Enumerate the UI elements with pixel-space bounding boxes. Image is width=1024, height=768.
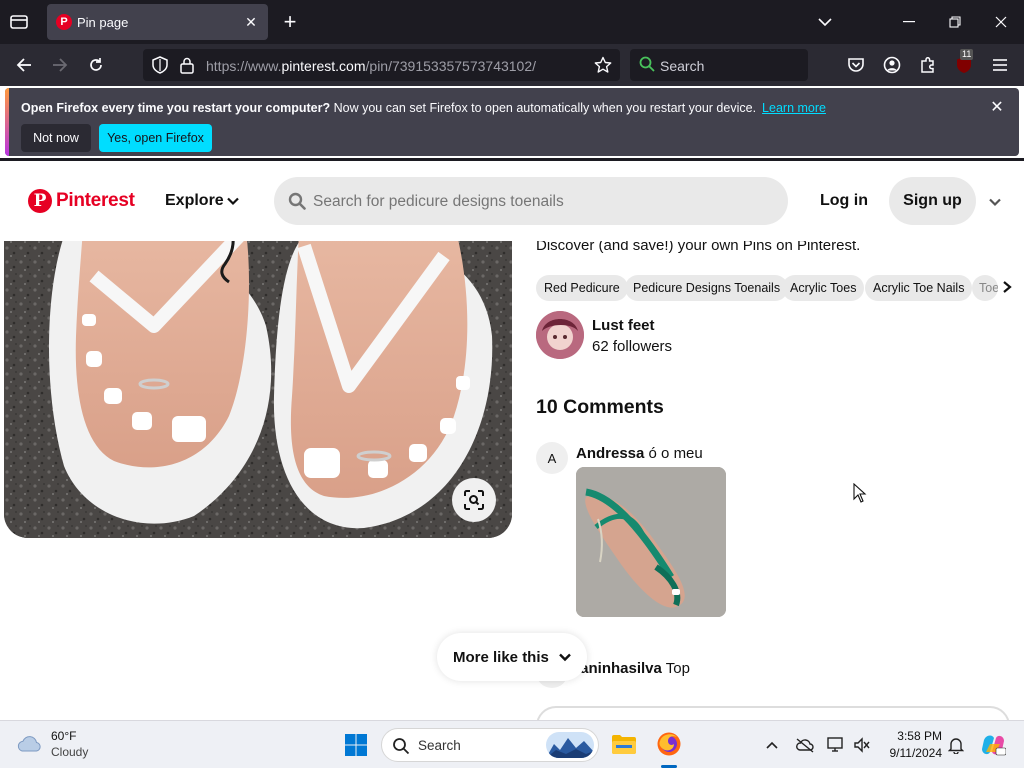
file-explorer-icon[interactable]	[609, 729, 639, 759]
hamburger-menu-icon[interactable]	[989, 54, 1011, 76]
clock-time[interactable]: 3:58 PM	[890, 729, 942, 743]
forward-arrow-icon[interactable]	[49, 54, 71, 76]
not-now-button[interactable]: Not now	[21, 124, 91, 152]
pin-image[interactable]	[4, 216, 512, 538]
creator-avatar[interactable]	[536, 311, 584, 359]
browser-tab-bar: P Pin page ✕ +	[0, 0, 1024, 44]
comments-heading: 10 Comments	[536, 396, 664, 418]
network-display-icon[interactable]	[826, 735, 846, 755]
notification-message: Open Firefox every time you restart your…	[21, 101, 826, 115]
cloudy-weather-icon[interactable]	[16, 732, 44, 756]
ublock-extension-icon[interactable]: 11	[953, 49, 975, 76]
pinterest-search-input[interactable]: Search for pedicure designs toenails	[274, 177, 788, 225]
tab-close-icon[interactable]: ✕	[242, 13, 260, 31]
creator-name[interactable]: Lust feet	[592, 317, 655, 334]
chip-acrylic-toes[interactable]: Acrylic Toes	[782, 275, 865, 301]
more-like-this-label: More like this	[453, 648, 549, 666]
mouse-cursor-icon	[853, 483, 867, 503]
comment-text-2: laninhasilva Top	[576, 660, 690, 677]
url-text: https://www.pinterest.com/pin/7391533575…	[206, 58, 537, 74]
browser-nav-bar: https://www.pinterest.com/pin/7391533575…	[0, 44, 1024, 86]
learn-more-link[interactable]: Learn more	[762, 101, 826, 115]
taskbar-search-label: Search	[418, 738, 461, 753]
clock-date[interactable]: 9/11/2024	[880, 746, 943, 760]
windows-taskbar: 60°F Cloudy Search 3:58 PM 9/11/2024	[0, 720, 1024, 768]
search-highlight-illustration-icon	[546, 732, 594, 758]
back-arrow-icon[interactable]	[13, 54, 35, 76]
comment-text: Andressa ó o meu	[576, 445, 703, 462]
notification-accent	[5, 88, 9, 156]
windows-start-icon[interactable]	[344, 733, 368, 757]
onedrive-offline-icon[interactable]	[795, 735, 815, 755]
tab-overflow-chevron-icon[interactable]	[816, 12, 834, 32]
yes-open-firefox-button[interactable]: Yes, open Firefox	[99, 124, 212, 152]
account-icon[interactable]	[881, 54, 903, 76]
visual-search-lens-button[interactable]	[452, 478, 496, 522]
pinterest-favicon-icon: P	[56, 14, 72, 30]
new-tab-plus-icon[interactable]: +	[280, 11, 300, 33]
weather-description[interactable]: Cloudy	[51, 745, 88, 759]
creator-followers: 62 followers	[592, 338, 673, 355]
chip-red-pedicure[interactable]: Red Pedicure	[536, 275, 628, 301]
tab-pin-page[interactable]: P Pin page ✕	[47, 4, 268, 40]
pinterest-logo-icon[interactable]: P	[28, 189, 52, 213]
tracking-shield-icon[interactable]	[149, 54, 171, 76]
taskbar-search-icon	[393, 738, 410, 755]
weather-temperature[interactable]: 60°F	[51, 729, 76, 743]
browser-search-placeholder: Search	[660, 58, 705, 74]
sign-up-button[interactable]: Sign up	[889, 177, 976, 225]
chips-next-arrow-icon[interactable]	[1000, 280, 1014, 294]
copilot-icon[interactable]	[980, 732, 1006, 758]
explore-menu[interactable]: Explore	[165, 192, 224, 210]
pinterest-header: P Pinterest Explore Search for pedicure …	[0, 161, 1024, 241]
pocket-icon[interactable]	[845, 54, 867, 76]
url-bar[interactable]: https://www.pinterest.com/pin/7391533575…	[143, 49, 620, 81]
comment-avatar[interactable]: A	[536, 442, 568, 474]
chip-acrylic-toe-nails[interactable]: Acrylic Toe Nails	[865, 275, 973, 301]
explore-chevron-down-icon[interactable]	[226, 194, 240, 208]
tab-list-icon[interactable]	[6, 10, 32, 34]
chip-toe-partial[interactable]: Toe	[972, 275, 998, 301]
extensions-puzzle-icon[interactable]	[917, 54, 939, 76]
window-close-icon[interactable]	[992, 12, 1010, 32]
search-engine-icon	[636, 53, 658, 75]
comment-author[interactable]: Andressa	[576, 445, 644, 462]
restore-icon[interactable]	[946, 12, 964, 32]
reload-icon[interactable]	[85, 54, 107, 76]
log-in-button[interactable]: Log in	[820, 192, 868, 210]
extension-badge: 11	[960, 49, 974, 60]
lens-icon	[464, 490, 484, 510]
notification-close-icon[interactable]: ✕	[989, 100, 1005, 116]
more-like-this-button[interactable]: More like this	[437, 633, 587, 681]
browser-search-bar[interactable]: Search	[630, 49, 808, 81]
show-hidden-icons-chevron-icon[interactable]	[762, 735, 782, 755]
notification-bell-icon[interactable]	[946, 735, 966, 755]
comment-photo[interactable]	[576, 467, 726, 617]
chevron-down-icon	[559, 653, 571, 662]
search-icon	[288, 192, 306, 210]
tab-title: Pin page	[77, 15, 129, 30]
taskbar-search-box[interactable]: Search	[381, 728, 599, 762]
comment-author-2[interactable]: laninhasilva	[576, 660, 662, 677]
firefox-startup-notification: Open Firefox every time you restart your…	[5, 88, 1019, 156]
lock-icon[interactable]	[176, 54, 198, 76]
search-placeholder: Search for pedicure designs toenails	[313, 193, 564, 210]
firefox-taskbar-icon[interactable]	[654, 729, 684, 759]
header-chevron-down-icon[interactable]	[988, 195, 1002, 209]
bookmark-star-icon[interactable]	[592, 54, 614, 76]
pinterest-wordmark[interactable]: Pinterest	[56, 190, 135, 212]
chip-pedicure-designs-toenails[interactable]: Pedicure Designs Toenails	[625, 275, 789, 301]
volume-muted-icon[interactable]	[852, 735, 872, 755]
minimize-icon[interactable]	[900, 12, 918, 32]
